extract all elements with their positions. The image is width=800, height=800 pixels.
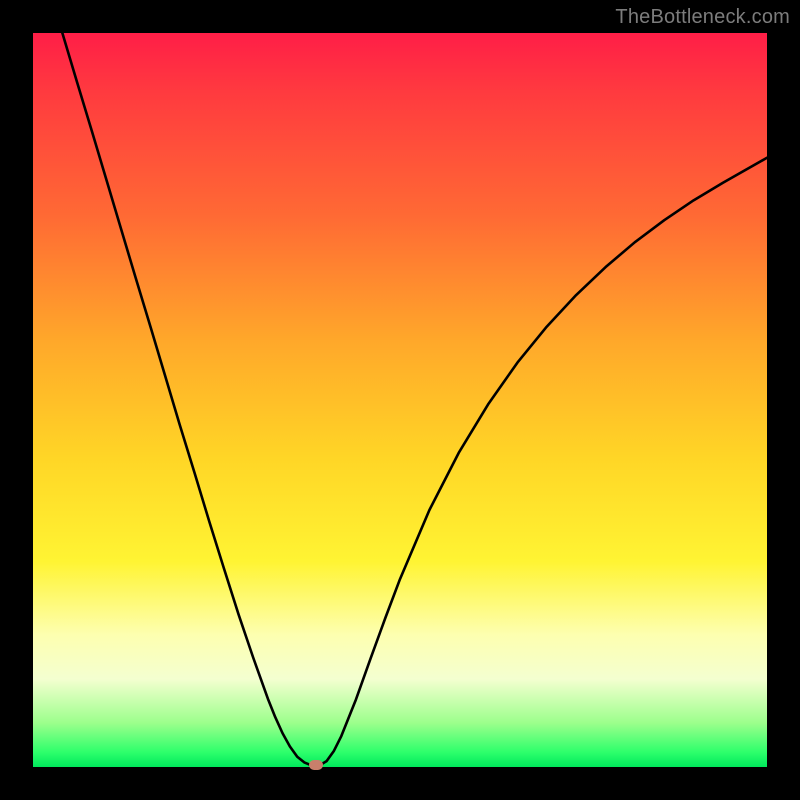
optimum-marker — [309, 760, 323, 770]
chart-frame: TheBottleneck.com — [0, 0, 800, 800]
watermark-text: TheBottleneck.com — [615, 6, 790, 29]
bottleneck-curve — [33, 33, 767, 767]
plot-area — [33, 33, 767, 767]
